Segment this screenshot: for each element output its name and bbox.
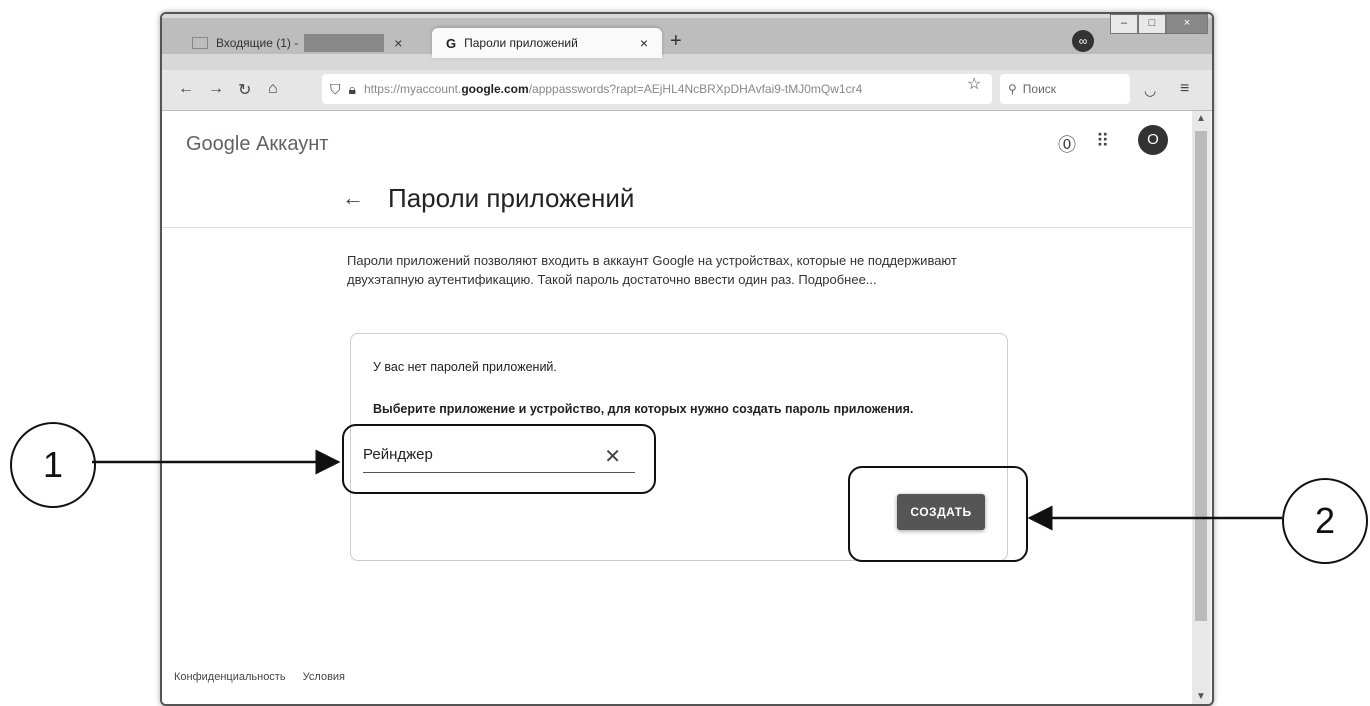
terms-link[interactable]: Условия bbox=[303, 671, 345, 683]
forward-arrow-icon[interactable]: → bbox=[208, 80, 224, 98]
browser-window: Входящие (1) - × G Пароли приложений × +… bbox=[160, 12, 1214, 706]
scrollbar[interactable]: ▲ ▼ bbox=[1192, 111, 1210, 704]
instruction-text: Выберите приложение и устройство, для ко… bbox=[373, 402, 914, 416]
empty-state-text: У вас нет паролей приложений. bbox=[373, 360, 557, 374]
callout-box-1 bbox=[342, 424, 656, 494]
close-tab-icon[interactable]: × bbox=[640, 35, 648, 51]
description-text: Пароли приложений позволяют входить в ак… bbox=[347, 253, 957, 287]
google-g-icon: G bbox=[446, 35, 457, 51]
scroll-up-icon[interactable]: ▲ bbox=[1196, 113, 1206, 124]
url-suffix: /apppasswords?rapt=AEjHL4NcBRXpDHAvfai9-… bbox=[528, 82, 863, 96]
pocket-icon[interactable]: ◡ bbox=[1144, 82, 1156, 99]
shield-icon: ⛉ bbox=[330, 80, 341, 97]
close-window-button[interactable]: × bbox=[1166, 14, 1208, 34]
page-content: Google Аккаунт ⓪ ⠿ O ← Пароли приложений… bbox=[162, 111, 1192, 704]
callout-box-2 bbox=[848, 466, 1028, 562]
url-prefix: https://myaccount. bbox=[363, 82, 462, 96]
apps-grid-icon[interactable]: ⠿ bbox=[1096, 131, 1109, 152]
tab-app-passwords-label: Пароли приложений bbox=[464, 36, 578, 50]
lock-icon: 🔒︎ bbox=[348, 80, 356, 97]
reload-icon[interactable]: ↻ bbox=[238, 80, 251, 100]
url-domain: google.com bbox=[461, 82, 529, 96]
avatar[interactable]: O bbox=[1138, 125, 1168, 155]
privacy-link[interactable]: Конфиденциальность bbox=[174, 671, 286, 683]
search-icon: ⚲ bbox=[1008, 82, 1017, 96]
search-input[interactable]: ⚲ Поиск bbox=[1000, 74, 1130, 104]
new-tab-button[interactable]: + bbox=[670, 30, 682, 53]
menu-icon[interactable]: ≡ bbox=[1180, 80, 1189, 98]
tab-strip: Входящие (1) - × G Пароли приложений × +… bbox=[162, 18, 1212, 58]
google-account-logo[interactable]: Google Аккаунт bbox=[186, 133, 328, 156]
navigation-bar: ← → ↻ ⌂ ⛉ 🔒︎ https://myaccount. google.co… bbox=[162, 70, 1212, 111]
callout-number-1: 1 bbox=[10, 422, 96, 508]
tab-inbox[interactable]: Входящие (1) - × bbox=[192, 28, 432, 58]
scrollbar-thumb[interactable] bbox=[1195, 131, 1207, 621]
tab-inbox-label: Входящие (1) - bbox=[216, 36, 299, 50]
close-tab-icon[interactable]: × bbox=[394, 35, 402, 51]
callout-number-2: 2 bbox=[1282, 478, 1368, 564]
minimize-button[interactable]: – bbox=[1110, 14, 1138, 34]
redacted-block bbox=[304, 34, 385, 52]
maximize-button[interactable]: □ bbox=[1138, 14, 1166, 34]
private-mask-icon: ∞ bbox=[1072, 30, 1094, 52]
page-header: ← Пароли приложений bbox=[162, 171, 1192, 228]
gmail-icon bbox=[192, 37, 208, 49]
search-placeholder: Поиск bbox=[1022, 82, 1057, 96]
help-icon[interactable]: ⓪ bbox=[1058, 131, 1076, 157]
star-icon[interactable]: ☆ bbox=[967, 74, 981, 94]
back-arrow-icon[interactable]: ← bbox=[178, 80, 194, 98]
title-bar: Входящие (1) - × G Пароли приложений × +… bbox=[162, 14, 1212, 70]
address-bar[interactable]: ⛉ 🔒︎ https://myaccount. google.com/apppas… bbox=[322, 74, 992, 104]
page-title: Пароли приложений bbox=[388, 183, 635, 213]
footer: Конфиденциальность Условия bbox=[174, 671, 359, 683]
window-controls: – □ × bbox=[1110, 14, 1208, 34]
tab-app-passwords[interactable]: G Пароли приложений × bbox=[432, 28, 662, 58]
home-icon[interactable]: ⌂ bbox=[268, 80, 278, 98]
back-arrow-icon[interactable]: ← bbox=[342, 185, 364, 211]
scroll-down-icon[interactable]: ▼ bbox=[1196, 691, 1206, 702]
